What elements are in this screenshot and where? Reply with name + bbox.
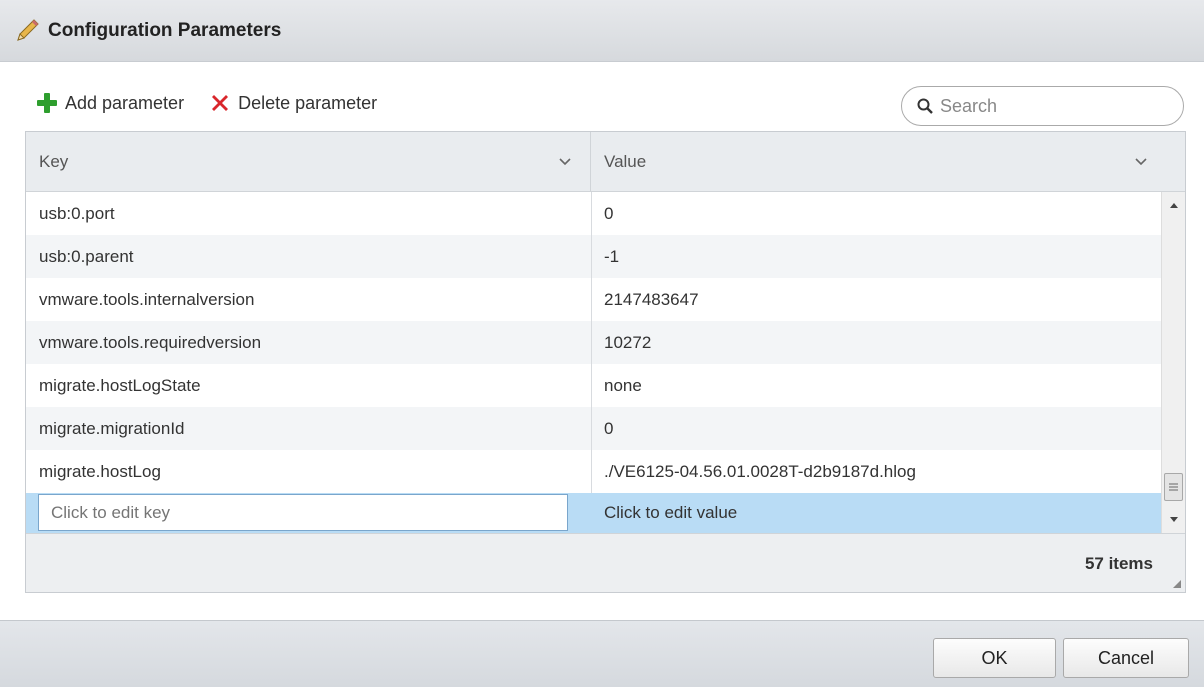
delete-x-icon: [212, 95, 229, 111]
resize-grip-icon[interactable]: [1171, 578, 1181, 588]
parameters-grid: Key Value usb:0.port 0 usb:0.parent -1 v…: [25, 131, 1186, 593]
scroll-up-arrow-icon[interactable]: [1162, 195, 1185, 215]
grid-header: Key Value: [26, 132, 1185, 192]
vertical-scrollbar[interactable]: [1161, 192, 1185, 533]
search-input[interactable]: [940, 95, 1170, 117]
value-cell[interactable]: 10272: [604, 321, 1159, 364]
table-row[interactable]: usb:0.parent -1: [26, 235, 1161, 278]
grip-icon: [1169, 483, 1178, 491]
value-cell[interactable]: none: [604, 364, 1159, 407]
column-header-value-label: Value: [604, 152, 647, 171]
key-cell[interactable]: usb:0.port: [39, 192, 579, 235]
edit-value-cell[interactable]: Click to edit value: [604, 493, 737, 533]
table-row[interactable]: vmware.tools.internalversion 2147483647: [26, 278, 1161, 321]
grid-toolbar: Add parameter Delete parameter: [35, 86, 401, 120]
search-icon: [917, 98, 933, 114]
edit-key-input[interactable]: [51, 502, 551, 523]
table-row[interactable]: vmware.tools.requiredversion 10272: [26, 321, 1161, 364]
value-cell[interactable]: 0: [604, 192, 1159, 235]
plus-icon: [37, 93, 57, 113]
ok-button[interactable]: OK: [933, 638, 1056, 678]
column-header-key[interactable]: Key: [26, 132, 591, 192]
grid-footer: 57 items: [26, 533, 1185, 592]
scroll-down-arrow-icon[interactable]: [1162, 510, 1185, 530]
table-row[interactable]: migrate.hostLog ./VE6125-04.56.01.0028T-…: [26, 450, 1161, 493]
dialog-titlebar: Configuration Parameters: [0, 0, 1204, 62]
delete-parameter-label: Delete parameter: [238, 92, 378, 113]
value-cell[interactable]: ./VE6125-04.56.01.0028T-d2b9187d.hlog: [604, 450, 1159, 493]
dialog-title: Configuration Parameters: [48, 19, 282, 41]
item-count: 57 items: [1084, 554, 1153, 573]
dialog-footer: OK Cancel: [0, 620, 1204, 687]
key-cell[interactable]: migrate.hostLog: [39, 450, 579, 493]
delete-parameter-button[interactable]: Delete parameter: [208, 91, 377, 115]
cancel-button[interactable]: Cancel: [1063, 638, 1189, 678]
key-cell[interactable]: migrate.migrationId: [39, 407, 579, 450]
scrollbar-thumb[interactable]: [1164, 473, 1183, 501]
key-cell[interactable]: vmware.tools.requiredversion: [39, 321, 579, 364]
column-header-key-label: Key: [39, 152, 69, 171]
edit-key-field[interactable]: [38, 494, 568, 531]
grid-rows: usb:0.port 0 usb:0.parent -1 vmware.tool…: [26, 192, 1161, 493]
table-row[interactable]: migrate.hostLogState none: [26, 364, 1161, 407]
column-header-value[interactable]: Value: [591, 132, 1166, 192]
table-row[interactable]: migrate.migrationId 0: [26, 407, 1161, 450]
new-parameter-row[interactable]: Click to edit value: [26, 493, 1161, 533]
table-row[interactable]: usb:0.port 0: [26, 192, 1161, 235]
chevron-down-icon[interactable]: [558, 156, 572, 166]
column-divider: [591, 192, 592, 532]
value-cell[interactable]: 0: [604, 407, 1159, 450]
key-cell[interactable]: migrate.hostLogState: [39, 364, 579, 407]
key-cell[interactable]: usb:0.parent: [39, 235, 579, 278]
add-parameter-button[interactable]: Add parameter: [35, 91, 184, 115]
add-parameter-label: Add parameter: [65, 92, 185, 113]
value-cell[interactable]: -1: [604, 235, 1159, 278]
pencil-icon: [17, 18, 39, 41]
key-cell[interactable]: vmware.tools.internalversion: [39, 278, 579, 321]
value-cell[interactable]: 2147483647: [604, 278, 1159, 321]
chevron-down-icon[interactable]: [1134, 156, 1148, 166]
search-box[interactable]: [901, 86, 1184, 126]
